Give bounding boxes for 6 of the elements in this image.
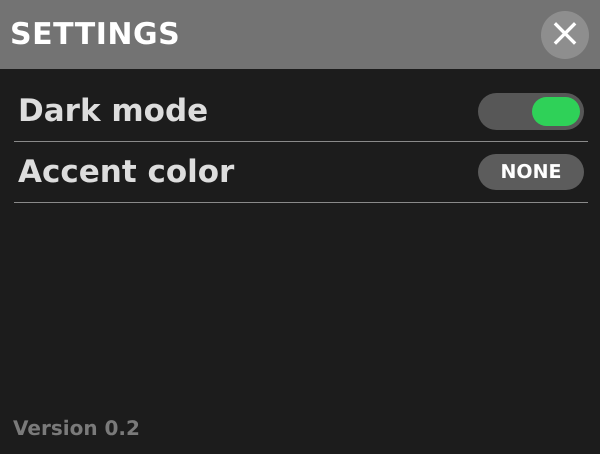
window-title: SETTINGS xyxy=(10,17,180,52)
accent-color-button[interactable]: NONE xyxy=(478,154,584,190)
version-label: Version 0.2 xyxy=(12,416,140,442)
setting-label: Accent color xyxy=(18,154,234,190)
setting-label: Dark mode xyxy=(18,93,208,129)
toggle-switch[interactable] xyxy=(478,92,584,130)
